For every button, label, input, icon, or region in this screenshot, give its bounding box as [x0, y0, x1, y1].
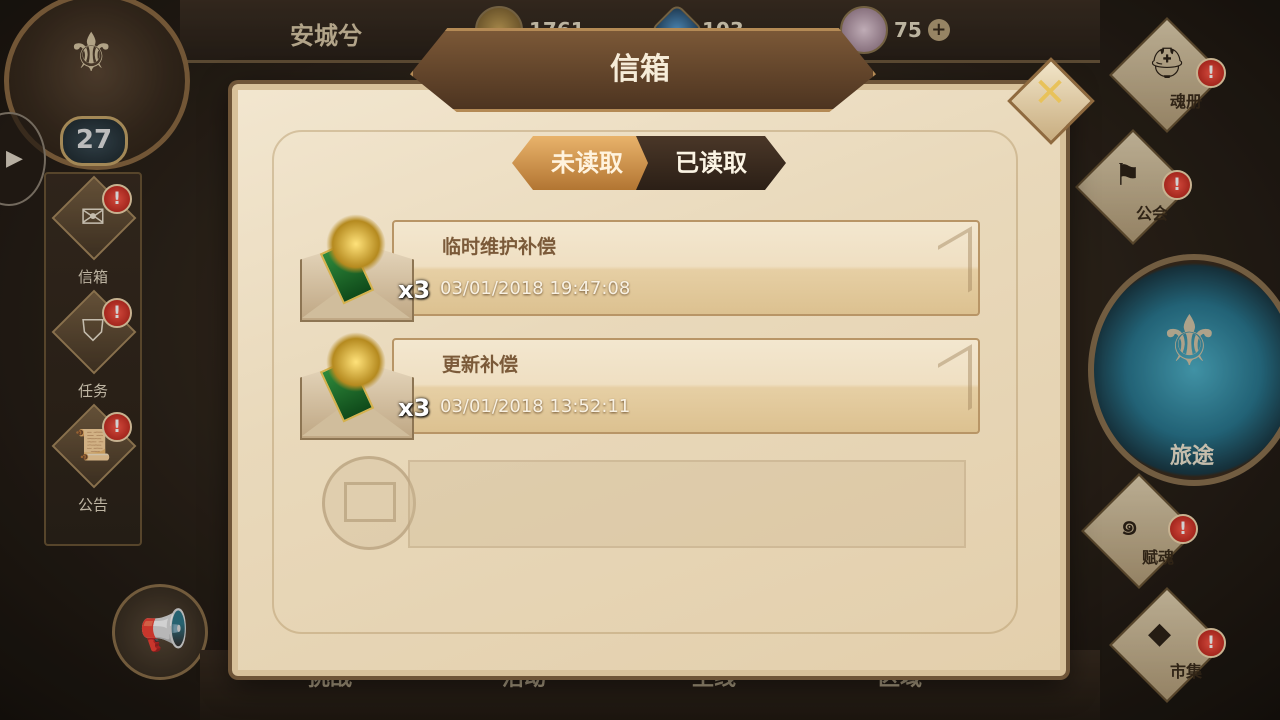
- mail-item[interactable]: x3 临时维护补偿 03/01/2018 19:47:08: [296, 214, 980, 322]
- tab-read[interactable]: 已读取: [636, 136, 786, 190]
- close-x-icon[interactable]: ✕: [1030, 70, 1070, 116]
- dialog-title: 信箱: [610, 52, 670, 87]
- mail-tabs: 未读取 已读取: [500, 136, 796, 194]
- mail-subject: 更新补偿: [442, 354, 519, 376]
- chevron-right-icon: [938, 226, 972, 310]
- empty-mail-slot: [322, 456, 966, 550]
- gold-feather-reward-icon: [326, 332, 386, 392]
- mail-timestamp: 03/01/2018 13:52:11: [440, 396, 631, 417]
- reward-quantity: x3: [398, 276, 431, 304]
- chevron-right-icon: [938, 344, 972, 428]
- tab-unread[interactable]: 未读取: [512, 136, 662, 190]
- mail-subject: 临时维护补偿: [442, 236, 557, 258]
- mail-item[interactable]: x3 更新补偿 03/01/2018 13:52:11: [296, 332, 980, 440]
- reward-quantity: x3: [398, 394, 431, 422]
- mail-timestamp: 03/01/2018 19:47:08: [440, 278, 631, 299]
- empty-mail-bar: [408, 460, 966, 548]
- gold-feather-reward-icon: [326, 214, 386, 274]
- empty-envelope-icon: [344, 482, 396, 522]
